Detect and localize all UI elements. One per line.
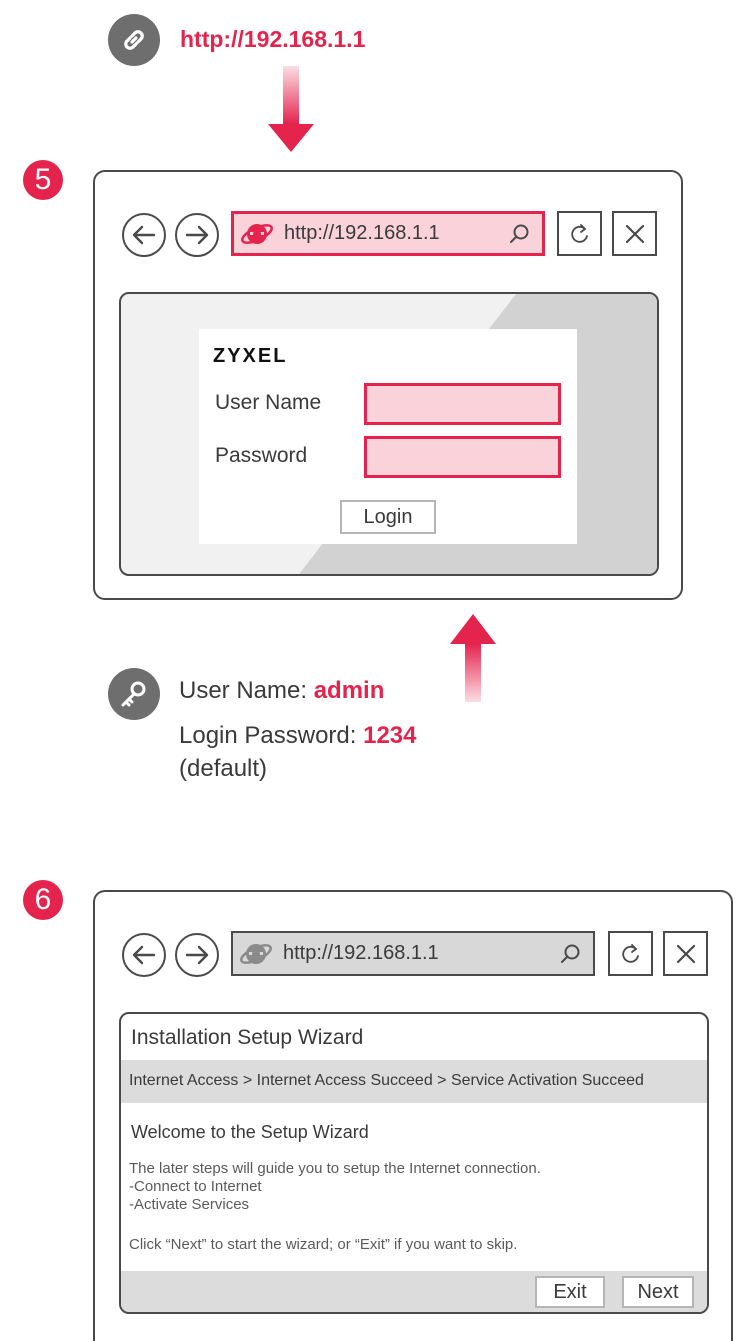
- exit-button[interactable]: Exit: [535, 1276, 605, 1308]
- arrow-up-icon: [450, 612, 496, 709]
- back-arrow-icon: [132, 945, 156, 965]
- address-bar[interactable]: http://192.168.1.1: [231, 931, 595, 976]
- user-name-input[interactable]: [364, 383, 561, 425]
- password-label: Password: [215, 444, 308, 467]
- zyxel-logo: ZYXEL: [213, 345, 288, 367]
- wizard-welcome: Welcome to the Setup Wizard: [131, 1122, 369, 1142]
- wizard-breadcrumb-bar: Internet Access > Internet Access Succee…: [121, 1060, 707, 1103]
- wizard-instruction: Click “Next” to start the wizard; or “Ex…: [129, 1236, 518, 1253]
- login-button[interactable]: Login: [340, 500, 436, 534]
- link-icon: [108, 14, 160, 66]
- password-prefix: Login Password:: [179, 722, 364, 749]
- username-value: admin: [313, 677, 385, 704]
- wizard-footer: Exit Next: [121, 1271, 707, 1312]
- close-icon: [625, 224, 644, 243]
- wizard-description-line3: -Activate Services: [129, 1196, 250, 1213]
- wizard-description-line1: The later steps will guide you to setup …: [129, 1160, 541, 1177]
- close-button[interactable]: [612, 211, 657, 256]
- back-arrow-icon: [132, 225, 156, 245]
- forward-button[interactable]: [175, 213, 219, 257]
- default-note: (default): [179, 755, 268, 782]
- close-icon: [676, 944, 695, 963]
- wizard-description-line2: -Connect to Internet: [129, 1178, 262, 1195]
- ie-icon: [241, 223, 273, 244]
- search-icon: [510, 224, 529, 243]
- next-button[interactable]: Next: [622, 1276, 694, 1308]
- forward-button[interactable]: [175, 933, 219, 977]
- address-text: http://192.168.1.1: [283, 942, 439, 964]
- refresh-button[interactable]: [608, 931, 653, 976]
- login-panel: ZYXEL User Name Password Login: [199, 329, 577, 544]
- password-input[interactable]: [364, 436, 561, 478]
- key-icon: [108, 668, 160, 720]
- user-name-label: User Name: [215, 391, 322, 414]
- login-browser-window: http://192.168.1.1 ZYXEL User Name Passw…: [93, 170, 683, 600]
- refresh-icon: [621, 943, 639, 963]
- forward-arrow-icon: [185, 225, 209, 245]
- close-button[interactable]: [663, 931, 708, 976]
- wizard-breadcrumb: Internet Access > Internet Access Succee…: [129, 1072, 644, 1089]
- forward-arrow-icon: [185, 945, 209, 965]
- top-url-text: http://192.168.1.1: [180, 26, 366, 52]
- refresh-icon: [570, 223, 588, 243]
- browser-content-area: ZYXEL User Name Password Login: [119, 292, 659, 576]
- wizard-title: Installation Setup Wizard: [131, 1026, 364, 1049]
- arrow-down-icon: [268, 62, 314, 159]
- address-text: http://192.168.1.1: [284, 222, 440, 244]
- ie-icon: [240, 943, 272, 964]
- step-6-badge: 6: [23, 880, 63, 920]
- wizard-browser-window: http://192.168.1.1 Installation Setup Wi…: [93, 890, 733, 1341]
- back-button[interactable]: [122, 213, 166, 257]
- credential-username-line: User Name: admin: [179, 677, 384, 705]
- step-5-badge: 5: [23, 160, 63, 200]
- address-bar[interactable]: http://192.168.1.1: [231, 211, 545, 256]
- refresh-button[interactable]: [557, 211, 602, 256]
- search-icon: [561, 944, 580, 963]
- username-prefix: User Name:: [179, 677, 314, 704]
- back-button[interactable]: [122, 933, 166, 977]
- credential-password-line: Login Password: 1234: [179, 722, 417, 750]
- wizard-panel: Installation Setup Wizard Internet Acces…: [119, 1012, 709, 1314]
- password-value: 1234: [363, 722, 417, 749]
